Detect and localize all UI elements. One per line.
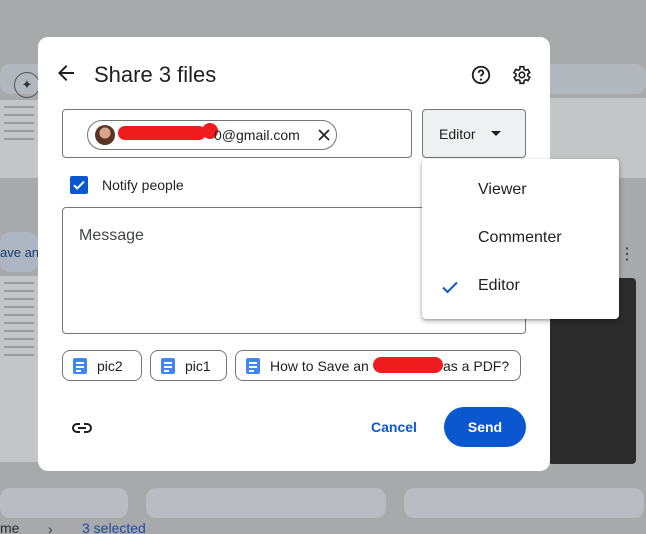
file-chip-pic1[interactable]: pic1 [150, 350, 227, 381]
background-thumbnail [0, 100, 38, 178]
breadcrumb-home: me [0, 520, 20, 534]
avatar [95, 125, 115, 145]
file-name: pic2 [97, 358, 123, 374]
menu-item-viewer[interactable]: Viewer [422, 166, 619, 214]
back-arrow-icon[interactable] [54, 61, 78, 85]
role-dropdown[interactable]: Editor [422, 109, 526, 158]
background-thumbnail [0, 276, 38, 462]
background-file-card [404, 488, 644, 518]
file-name-prefix: How to Save an [270, 358, 369, 374]
menu-item-commenter[interactable]: Commenter [422, 214, 619, 262]
notify-label: Notify people [102, 177, 184, 193]
more-options-icon: ⋮ [619, 246, 635, 263]
caret-down-icon [491, 131, 501, 136]
send-button[interactable]: Send [444, 407, 526, 447]
sparkle-icon: ✦ [14, 72, 40, 98]
role-dropdown-label: Editor [439, 126, 476, 142]
selection-count: 3 selected [82, 520, 146, 534]
doc-icon [161, 358, 175, 374]
background-file-card [0, 488, 128, 518]
link-icon[interactable] [70, 416, 94, 440]
file-chip-pic2[interactable]: pic2 [62, 350, 142, 381]
menu-item-label: Commenter [478, 229, 562, 246]
menu-item-label: Viewer [478, 181, 527, 198]
redaction-mark [118, 126, 206, 140]
recipient-email: 0@gmail.com [214, 127, 300, 143]
doc-icon [73, 358, 87, 374]
doc-icon [246, 358, 260, 374]
recipient-field[interactable]: 0@gmail.com [62, 109, 412, 158]
recipient-chip: 0@gmail.com [87, 120, 337, 150]
file-name-suffix: as a PDF? [443, 358, 510, 374]
file-chip-pdf-guide[interactable]: How to Save an as a PDF? [235, 350, 521, 381]
background-file-title: ave an [0, 245, 40, 260]
file-name: pic1 [185, 358, 211, 374]
cancel-button[interactable]: Cancel [356, 407, 432, 447]
background-file-card [146, 488, 386, 518]
message-placeholder: Message [79, 227, 144, 244]
help-icon[interactable] [470, 64, 492, 86]
settings-gear-icon[interactable] [510, 64, 532, 86]
close-icon[interactable] [316, 127, 332, 143]
menu-item-label: Editor [478, 277, 520, 294]
notify-checkbox[interactable] [70, 176, 88, 194]
menu-item-editor[interactable]: Editor [422, 262, 619, 310]
redaction-mark [373, 357, 443, 373]
breadcrumb-chevron-icon: › [48, 521, 53, 534]
role-menu: Viewer Commenter Editor [422, 159, 619, 319]
checkmark-icon [440, 277, 460, 297]
dialog-title: Share 3 files [94, 62, 217, 87]
